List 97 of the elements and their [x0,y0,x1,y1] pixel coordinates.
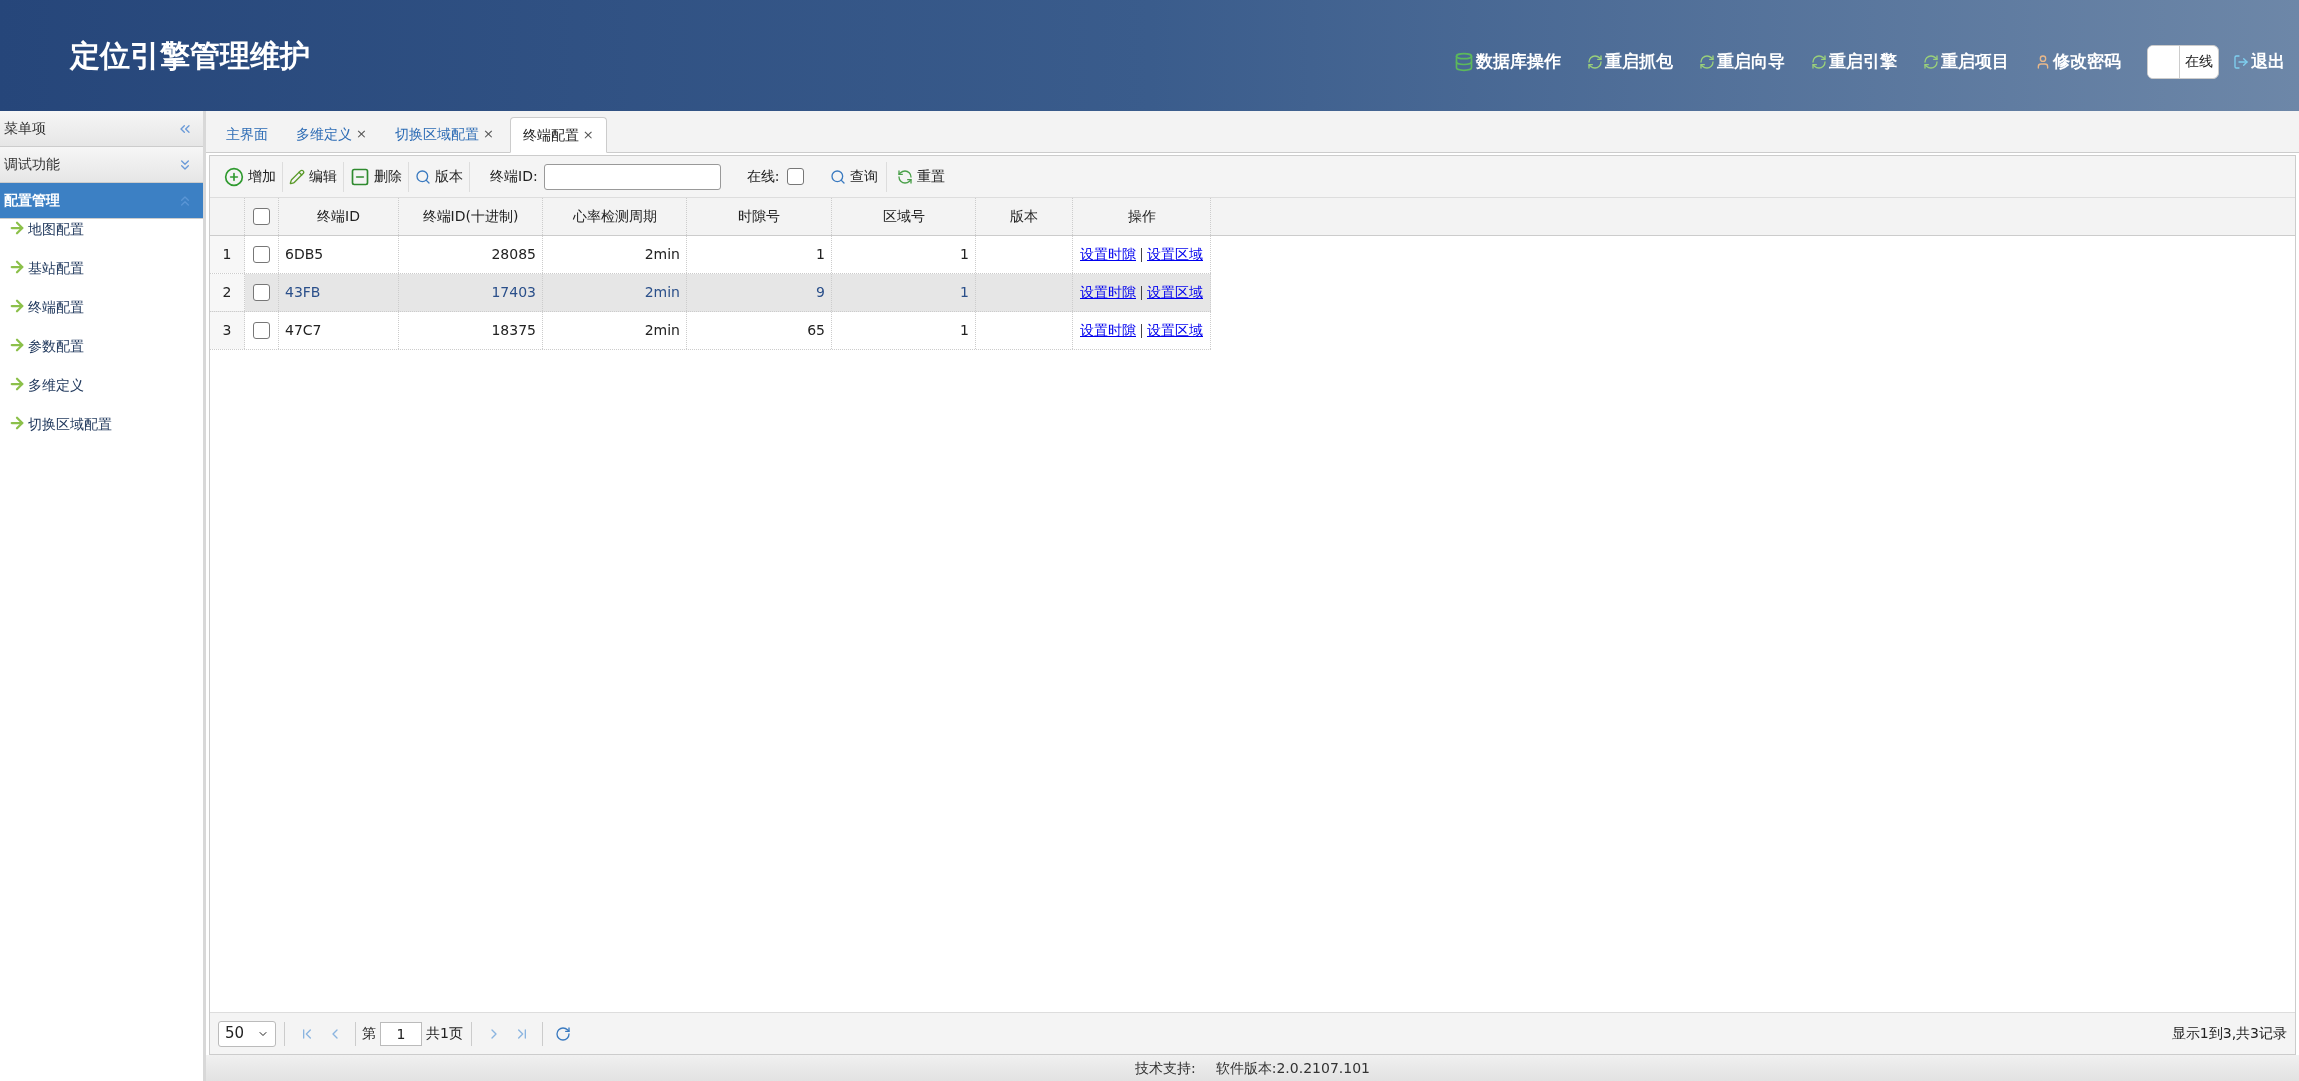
arrow-right-icon [8,336,26,354]
arrow-right-icon [8,219,26,237]
sidebar-title: 菜单项 [4,119,46,138]
online-switch[interactable]: 在线 [2147,44,2219,79]
page-prefix: 第 [362,1024,376,1043]
arrow-right-icon [8,375,26,393]
logout-icon [2233,53,2249,70]
table-cell: 6DB5 [279,236,399,273]
column-header: 版本 [976,198,1073,235]
table-cell: 17403 [399,274,543,311]
page-size-select[interactable]: 50 [218,1020,276,1047]
pencil-icon [289,168,305,185]
action-link[interactable]: 设置时隙 [1080,244,1136,265]
sidebar-item[interactable]: 多维定义 [0,375,203,414]
terminal-id-input[interactable] [543,163,721,190]
action-link[interactable]: 设置区域 [1147,282,1203,303]
sidebar-item[interactable]: 参数配置 [0,336,203,375]
row-checkbox[interactable] [253,284,270,301]
header-action[interactable]: 重启抓包 [1587,48,1673,75]
online-checkbox[interactable] [787,168,805,185]
support-text: 技术支持: [1135,1058,1196,1078]
sidebar-section[interactable]: 调试功能 [0,147,203,183]
column-header: 时隙号 [687,198,832,235]
tab[interactable]: 多维定义 × [284,116,379,152]
row-number: 1 [210,236,245,273]
tab[interactable]: 终端配置 × [509,117,607,153]
action-link[interactable]: 设置时隙 [1080,320,1136,341]
column-header: 终端ID(十进制) [399,198,543,235]
terminal-id-label: 终端ID: [490,167,538,186]
table-cell: 2min [543,236,687,273]
refresh-icon [1587,53,1603,70]
record-info: 显示1到3,共3记录 [2171,1024,2287,1043]
version-text: 软件版本:2.0.2107.101 [1215,1058,1370,1078]
table-cell: 47C7 [279,312,399,349]
toolbar-button[interactable]: 编辑 [283,161,344,192]
table-cell: 9 [687,274,832,311]
search-icon [830,168,847,185]
search-icon [415,168,431,185]
column-header: 区域号 [832,198,976,235]
page-input[interactable]: 1 [380,1021,422,1046]
refresh-icon [1811,53,1827,70]
column-header: 心率检测周期 [543,198,687,235]
tab[interactable]: 主界面 [214,116,280,152]
sidebar-section[interactable]: 配置管理 [0,183,203,219]
header-action[interactable]: 数据库操作 [1454,48,1561,75]
logout-button[interactable]: 退出 [2233,48,2285,75]
page-total: 共1页 [426,1024,463,1043]
plus-icon [224,166,244,187]
table-row[interactable]: 3 47C7 18375 2min 65 1 设置时隙 设置区域 [210,312,1211,350]
refresh-icon [1923,53,1939,70]
header-action[interactable]: 重启项目 [1923,48,2009,75]
minus-icon [350,166,370,187]
table-cell: 65 [687,312,832,349]
table-cell: 28085 [399,236,543,273]
arrow-right-icon [8,258,26,276]
database-icon [1454,51,1474,72]
table-row[interactable]: 1 6DB5 28085 2min 1 1 设置时隙 设置区域 [210,236,1211,274]
header-action[interactable]: 重启向导 [1699,48,1785,75]
column-header: 终端ID [279,198,399,235]
table-cell: 1 [832,236,976,273]
table-cell: 1 [832,312,976,349]
sidebar-item[interactable]: 基站配置 [0,258,203,297]
header-action[interactable]: 重启引擎 [1811,48,1897,75]
action-link[interactable]: 设置区域 [1147,244,1203,265]
action-link[interactable]: 设置时隙 [1080,282,1136,303]
action-link[interactable]: 设置区域 [1147,320,1203,341]
table-cell: 1 [687,236,832,273]
row-checkbox[interactable] [253,322,270,339]
online-label: 在线: [746,167,780,186]
sidebar-item[interactable]: 终端配置 [0,297,203,336]
row-number: 2 [210,274,245,311]
refresh-icon [897,168,914,185]
arrow-right-icon [8,414,26,432]
toolbar-button[interactable]: 版本 [409,161,470,192]
query-button[interactable]: 查询 [826,161,888,192]
refresh-icon [1699,53,1715,70]
table-row[interactable]: 2 43FB 17403 2min 9 1 设置时隙 设置区域 [210,274,1211,312]
toolbar-button[interactable]: 删除 [344,161,409,192]
sidebar-item[interactable]: 切换区域配置 [0,414,203,453]
sidebar-item[interactable]: 地图配置 [0,219,203,258]
user-icon [2035,53,2051,70]
select-all-checkbox[interactable] [253,208,270,225]
row-checkbox[interactable] [253,246,270,263]
refresh-icon[interactable] [554,1025,571,1042]
tab[interactable]: 切换区域配置 × [382,116,506,152]
table-cell: 43FB [279,274,399,311]
row-number: 3 [210,312,245,349]
toolbar-button[interactable]: 增加 [218,161,283,192]
column-header: 操作 [1073,198,1211,235]
reset-button[interactable]: 重置 [893,161,950,192]
table-cell: 1 [832,274,976,311]
table-cell: 18375 [399,312,543,349]
app-title: 定位引擎管理维护 [70,37,310,75]
table-cell: 2min [543,274,687,311]
arrow-right-icon [8,297,26,315]
header-action[interactable]: 修改密码 [2035,48,2121,75]
table-cell: 2min [543,312,687,349]
